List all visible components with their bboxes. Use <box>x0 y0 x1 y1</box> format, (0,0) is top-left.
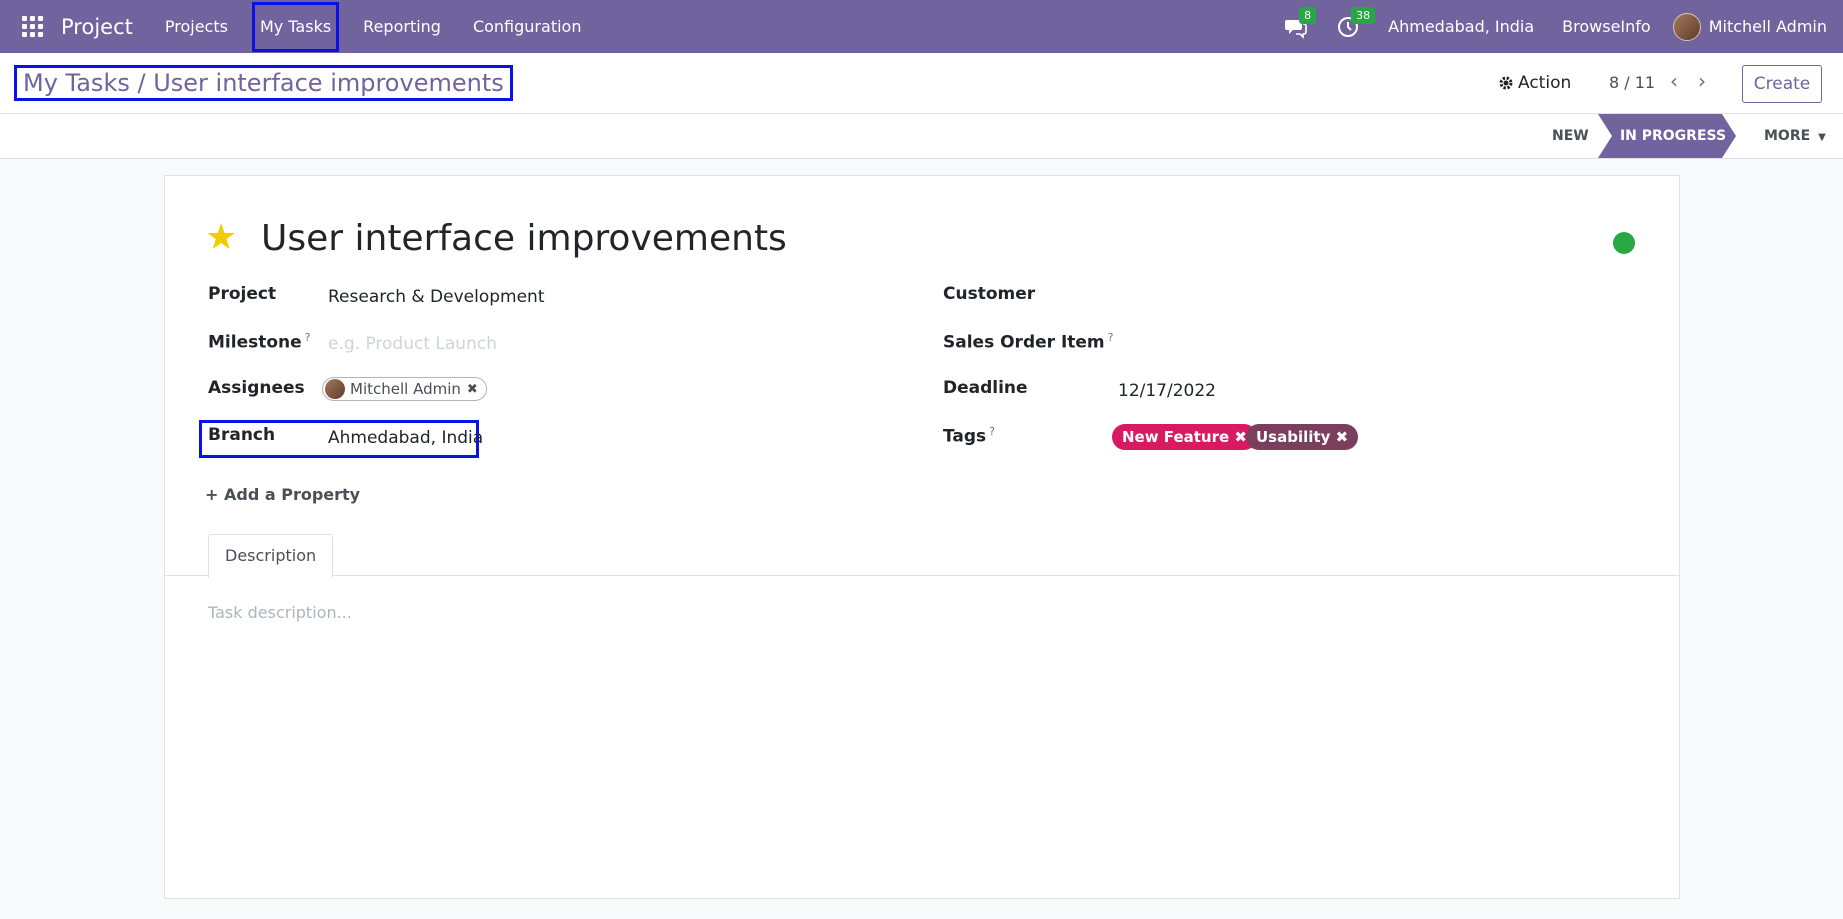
user-menu[interactable]: Mitchell Admin <box>1672 12 1827 41</box>
create-button[interactable]: Create <box>1742 65 1822 103</box>
menu-my-tasks[interactable]: My Tasks <box>251 1 340 52</box>
description-editor[interactable]: Task description... <box>208 603 352 622</box>
pager-value[interactable]: 8 / 11 <box>1609 73 1655 92</box>
menu-projects[interactable]: Projects <box>149 0 244 53</box>
tag-new-feature[interactable]: New Feature ✖ <box>1112 424 1257 450</box>
menu-configuration[interactable]: Configuration <box>457 0 598 53</box>
add-property-button[interactable]: + Add a Property <box>205 485 360 504</box>
chevron-right-icon[interactable]: › <box>1698 69 1706 93</box>
remove-icon[interactable]: ✖ <box>1336 428 1349 446</box>
avatar <box>1672 12 1701 41</box>
menu-reporting[interactable]: Reporting <box>347 0 457 53</box>
help-icon[interactable]: ? <box>1108 331 1114 344</box>
avatar <box>325 379 345 399</box>
app-name[interactable]: Project <box>61 15 133 39</box>
milestone-label: Milestone? <box>208 331 311 353</box>
sales-order-item-field[interactable] <box>1118 334 1518 356</box>
sales-order-item-label: Sales Order Item? <box>943 331 1114 353</box>
assignees-label: Assignees <box>208 378 305 398</box>
status-bar: NEW IN PROGRESS MORE ▼ <box>0 114 1843 159</box>
tab-description[interactable]: Description <box>208 534 334 578</box>
more-label: MORE <box>1764 128 1811 144</box>
messages-badge: 8 <box>1299 6 1317 24</box>
stage-more-dropdown[interactable]: MORE ▼ <box>1764 114 1826 158</box>
branch-label: Branch <box>208 425 276 445</box>
company-browseinfo[interactable]: BrowseInfo <box>1562 17 1651 36</box>
star-icon[interactable]: ★ <box>205 220 237 256</box>
chevron-left-icon[interactable]: ‹ <box>1670 69 1678 93</box>
gear-icon <box>1499 76 1513 90</box>
company-switcher[interactable]: Ahmedabad, India <box>1388 17 1534 36</box>
breadcrumb: My Tasks / User interface improvements <box>14 65 513 101</box>
help-icon[interactable]: ? <box>989 425 995 438</box>
deadline-field[interactable]: 12/17/2022 <box>1118 381 1216 401</box>
customer-field[interactable] <box>1118 287 1518 309</box>
breadcrumb-current: User interface improvements <box>153 69 504 97</box>
systray: 8 38 Ahmedabad, India BrowseInfo Mitchel… <box>1270 0 1843 53</box>
assignee-name: Mitchell Admin <box>350 380 461 398</box>
stage-in-progress[interactable]: IN PROGRESS <box>1598 114 1736 158</box>
breadcrumb-separator: / <box>129 69 154 97</box>
plus-icon: + <box>205 485 219 504</box>
activities-badge: 38 <box>1351 6 1376 24</box>
remove-icon[interactable]: ✖ <box>467 382 478 397</box>
messages-icon[interactable]: 8 <box>1284 6 1317 39</box>
milestone-field[interactable]: e.g. Product Launch <box>328 334 497 354</box>
action-label: Action <box>1518 73 1572 93</box>
branch-field[interactable]: Ahmedabad, India <box>328 428 483 448</box>
kanban-state-indicator[interactable] <box>1613 232 1635 254</box>
notebook-tabs: Description <box>165 534 1679 578</box>
task-title[interactable]: User interface improvements <box>261 218 787 259</box>
activity-clock-icon[interactable]: 38 <box>1336 6 1376 39</box>
customer-label: Customer <box>943 284 1036 304</box>
tags-label: Tags? <box>943 425 996 447</box>
assignee-tag[interactable]: Mitchell Admin ✖ <box>322 377 487 401</box>
control-panel: My Tasks / User interface improvements A… <box>0 53 1843 114</box>
project-field[interactable]: Research & Development <box>328 287 544 307</box>
help-icon[interactable]: ? <box>305 331 311 344</box>
stage-new[interactable]: NEW <box>1552 114 1589 158</box>
app-grid-icon[interactable] <box>22 15 44 38</box>
breadcrumb-my-tasks[interactable]: My Tasks <box>23 69 130 97</box>
user-name: Mitchell Admin <box>1708 17 1827 36</box>
deadline-label: Deadline <box>943 378 1028 398</box>
project-label: Project <box>208 284 277 304</box>
caret-down-icon: ▼ <box>1818 132 1826 143</box>
tag-usability[interactable]: Usability ✖ <box>1246 424 1359 450</box>
form-sheet: ★ User interface improvements Project Re… <box>164 175 1680 899</box>
action-button[interactable]: Action <box>1498 73 1571 93</box>
top-navbar: Project Projects My Tasks Reporting Conf… <box>0 0 1843 53</box>
